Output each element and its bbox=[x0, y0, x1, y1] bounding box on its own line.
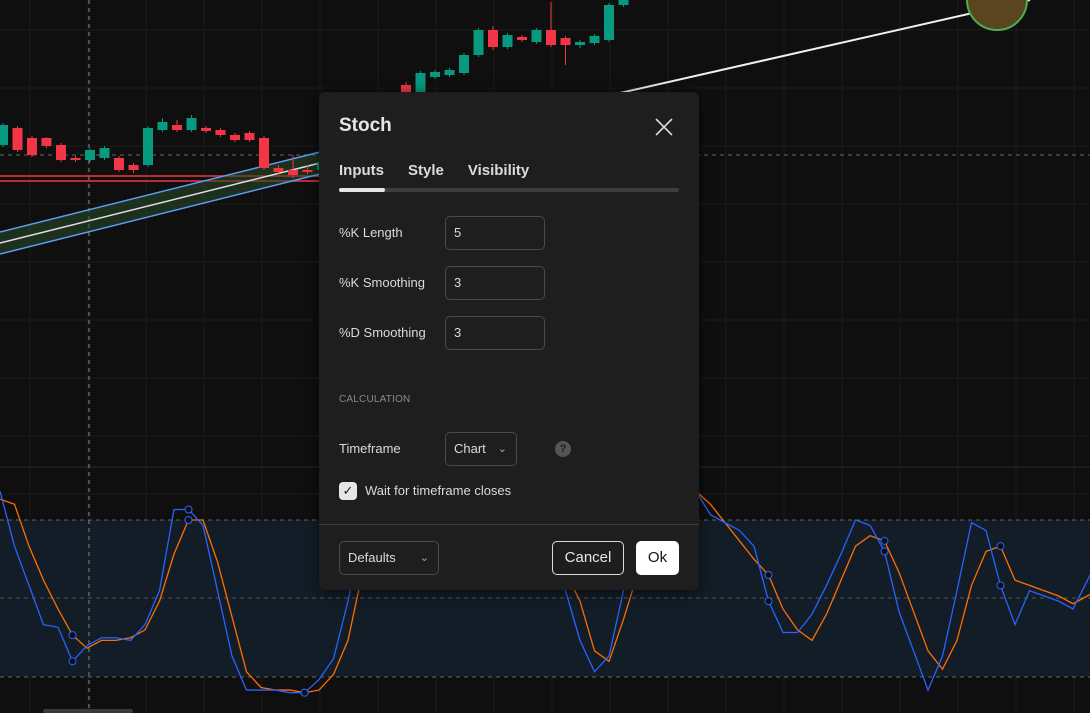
defaults-label: Defaults bbox=[348, 550, 396, 565]
candle bbox=[157, 122, 168, 130]
d-smoothing-label: %D Smoothing bbox=[339, 325, 426, 340]
candle bbox=[143, 128, 153, 165]
cross-marker bbox=[880, 547, 889, 556]
k-length-label: %K Length bbox=[339, 225, 403, 240]
cross-marker bbox=[996, 542, 1005, 551]
k-smoothing-label: %K Smoothing bbox=[339, 275, 425, 290]
circle-drawing[interactable] bbox=[966, 0, 1028, 31]
horizontal-scrollbar[interactable] bbox=[43, 709, 133, 713]
candle bbox=[41, 138, 52, 146]
candle bbox=[401, 85, 411, 92]
chevron-down-icon: ⌄ bbox=[497, 443, 507, 455]
wait-timeframe-checkbox[interactable]: ✓ bbox=[339, 482, 357, 500]
close-icon[interactable] bbox=[653, 116, 675, 138]
candle bbox=[201, 128, 211, 131]
candle bbox=[273, 168, 284, 172]
tab-style[interactable]: Style bbox=[408, 162, 444, 179]
candle bbox=[70, 158, 81, 160]
cross-marker bbox=[68, 657, 77, 666]
cancel-button[interactable]: Cancel bbox=[552, 541, 624, 575]
candle bbox=[186, 118, 197, 130]
candle bbox=[473, 30, 484, 55]
tab-indicator bbox=[339, 188, 679, 192]
candle bbox=[488, 30, 498, 47]
timeframe-select[interactable]: Chart ⌄ bbox=[445, 432, 517, 466]
chevron-down-icon: ⌄ bbox=[419, 552, 429, 564]
candle bbox=[546, 30, 556, 45]
candle bbox=[459, 55, 469, 73]
trend-line[interactable] bbox=[619, 0, 1031, 94]
ok-button[interactable]: Ok bbox=[636, 541, 679, 575]
candle bbox=[575, 42, 585, 45]
candle bbox=[114, 158, 124, 170]
wait-timeframe-label[interactable]: Wait for timeframe closes bbox=[365, 483, 511, 498]
candle bbox=[302, 170, 313, 172]
timeframe-label: Timeframe bbox=[339, 441, 401, 456]
candle bbox=[215, 130, 226, 135]
candle bbox=[99, 148, 110, 158]
k-length-input[interactable]: 5 bbox=[445, 216, 545, 250]
stoch-settings-dialog: Stoch Inputs Style Visibility %K Length … bbox=[319, 92, 699, 590]
cross-marker bbox=[300, 688, 309, 697]
candle bbox=[56, 145, 66, 160]
candle bbox=[589, 36, 600, 43]
help-icon[interactable]: ? bbox=[555, 441, 571, 457]
candle bbox=[502, 35, 513, 47]
candle bbox=[430, 72, 440, 77]
channel-upper-line[interactable] bbox=[0, 151, 321, 233]
channel-lower-line[interactable] bbox=[0, 173, 321, 255]
cross-marker bbox=[764, 597, 773, 606]
candle bbox=[128, 165, 139, 170]
dialog-title: Stoch bbox=[339, 115, 392, 136]
candle bbox=[230, 135, 240, 140]
candle bbox=[27, 138, 37, 155]
candle bbox=[244, 133, 255, 140]
cross-marker bbox=[996, 581, 1005, 590]
timeframe-value: Chart bbox=[454, 441, 486, 456]
d-smoothing-input[interactable]: 3 bbox=[445, 316, 545, 350]
cross-marker bbox=[68, 631, 77, 640]
candle bbox=[531, 30, 542, 42]
calculation-section-label: CALCULATION bbox=[339, 394, 411, 405]
candle bbox=[444, 70, 455, 75]
candle bbox=[517, 37, 527, 40]
footer-divider bbox=[319, 524, 699, 525]
candle bbox=[0, 125, 8, 145]
candle bbox=[172, 125, 182, 130]
candle bbox=[618, 0, 629, 5]
candle bbox=[12, 128, 23, 150]
candle bbox=[604, 5, 614, 40]
cross-marker bbox=[880, 536, 889, 545]
tab-inputs[interactable]: Inputs bbox=[339, 162, 384, 179]
candle bbox=[259, 138, 269, 168]
k-smoothing-input[interactable]: 3 bbox=[445, 266, 545, 300]
checkmark-icon: ✓ bbox=[342, 483, 354, 498]
candle bbox=[288, 170, 298, 175]
candle bbox=[85, 150, 95, 160]
cross-marker bbox=[184, 505, 193, 514]
defaults-dropdown[interactable]: Defaults ⌄ bbox=[339, 541, 439, 575]
candle bbox=[415, 73, 426, 92]
candle bbox=[560, 38, 571, 45]
tab-visibility[interactable]: Visibility bbox=[468, 162, 529, 179]
cross-marker bbox=[184, 516, 193, 524]
channel-middle-line[interactable] bbox=[0, 162, 321, 244]
cross-marker bbox=[764, 570, 773, 579]
